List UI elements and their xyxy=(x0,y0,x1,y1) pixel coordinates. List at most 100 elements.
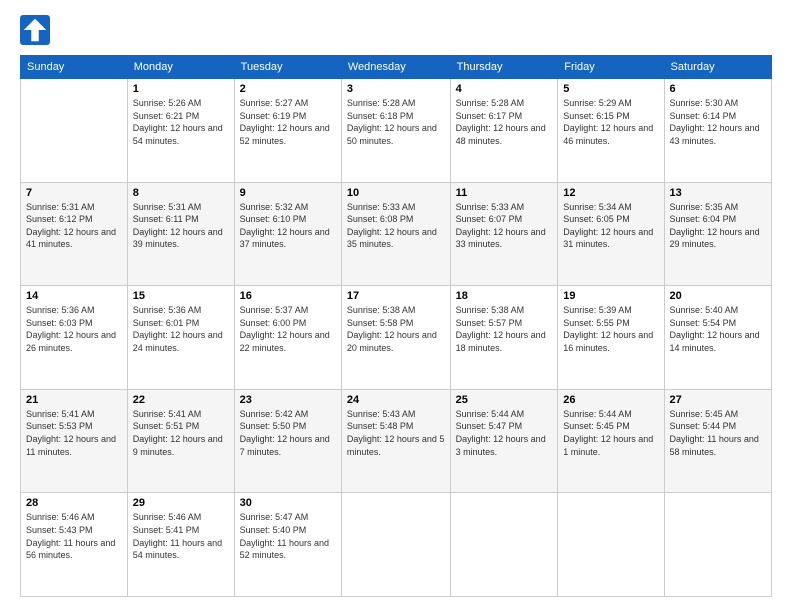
calendar-cell: 11 Sunrise: 5:33 AM Sunset: 6:07 PM Dayli… xyxy=(450,182,558,286)
day-number: 8 xyxy=(133,187,229,199)
day-number: 6 xyxy=(670,83,766,95)
calendar-cell xyxy=(450,493,558,597)
calendar-week-row: 14 Sunrise: 5:36 AM Sunset: 6:03 PM Dayli… xyxy=(21,286,772,390)
day-number: 16 xyxy=(240,290,336,302)
day-info: Sunrise: 5:42 AM Sunset: 5:50 PM Dayligh… xyxy=(240,408,336,458)
calendar-cell: 28Sunrise: 5:46 AM Sunset: 5:43 PM Dayli… xyxy=(21,493,128,597)
day-info: Sunrise: 5:26 AM Sunset: 6:21 PM Dayligh… xyxy=(133,97,229,147)
calendar-cell xyxy=(21,79,128,183)
day-number: 18 xyxy=(456,290,553,302)
calendar-cell: 13 Sunrise: 5:35 AM Sunset: 6:04 PM Dayli… xyxy=(664,182,771,286)
calendar-cell: 9Sunrise: 5:32 AM Sunset: 6:10 PM Daylig… xyxy=(234,182,341,286)
calendar-cell: 6Sunrise: 5:30 AM Sunset: 6:14 PM Daylig… xyxy=(664,79,771,183)
day-info: Sunrise: 5:28 AM Sunset: 6:18 PM Dayligh… xyxy=(347,97,445,147)
calendar-cell: 5Sunrise: 5:29 AM Sunset: 6:15 PM Daylig… xyxy=(558,79,664,183)
weekday-header: Wednesday xyxy=(341,56,450,79)
calendar-cell: 25 Sunrise: 5:44 AM Sunset: 5:47 PM Dayli… xyxy=(450,389,558,493)
calendar-cell: 7 Sunrise: 5:31 AM Sunset: 6:12 PM Daylig… xyxy=(21,182,128,286)
day-info: Sunrise: 5:41 AM Sunset: 5:51 PM Dayligh… xyxy=(133,408,229,458)
calendar-week-row: 28Sunrise: 5:46 AM Sunset: 5:43 PM Dayli… xyxy=(21,493,772,597)
day-number: 25 xyxy=(456,394,553,406)
logo xyxy=(20,15,54,45)
calendar-cell: 27Sunrise: 5:45 AM Sunset: 5:44 PM Dayli… xyxy=(664,389,771,493)
day-info: Sunrise: 5:36 AM Sunset: 6:01 PM Dayligh… xyxy=(133,304,229,354)
logo-icon xyxy=(20,15,50,45)
weekday-header: Saturday xyxy=(664,56,771,79)
day-info: Sunrise: 5:43 AM Sunset: 5:48 PM Dayligh… xyxy=(347,408,445,458)
calendar-cell: 26 Sunrise: 5:44 AM Sunset: 5:45 PM Dayli… xyxy=(558,389,664,493)
page: SundayMondayTuesdayWednesdayThursdayFrid… xyxy=(0,0,792,612)
day-number: 14 xyxy=(26,290,122,302)
calendar-week-row: 1 Sunrise: 5:26 AM Sunset: 6:21 PM Daylig… xyxy=(21,79,772,183)
day-info: Sunrise: 5:38 AM Sunset: 5:58 PM Dayligh… xyxy=(347,304,445,354)
day-info: Sunrise: 5:40 AM Sunset: 5:54 PM Dayligh… xyxy=(670,304,766,354)
calendar-cell: 2Sunrise: 5:27 AM Sunset: 6:19 PM Daylig… xyxy=(234,79,341,183)
calendar-cell: 24 Sunrise: 5:43 AM Sunset: 5:48 PM Dayli… xyxy=(341,389,450,493)
day-number: 1 xyxy=(133,83,229,95)
day-number: 11 xyxy=(456,187,553,199)
day-number: 30 xyxy=(240,497,336,509)
calendar-cell: 4 Sunrise: 5:28 AM Sunset: 6:17 PM Daylig… xyxy=(450,79,558,183)
day-info: Sunrise: 5:44 AM Sunset: 5:47 PM Dayligh… xyxy=(456,408,553,458)
calendar-cell: 1 Sunrise: 5:26 AM Sunset: 6:21 PM Daylig… xyxy=(127,79,234,183)
day-info: Sunrise: 5:39 AM Sunset: 5:55 PM Dayligh… xyxy=(563,304,658,354)
day-info: Sunrise: 5:31 AM Sunset: 6:11 PM Dayligh… xyxy=(133,201,229,251)
calendar-cell xyxy=(341,493,450,597)
day-info: Sunrise: 5:38 AM Sunset: 5:57 PM Dayligh… xyxy=(456,304,553,354)
calendar-cell: 12 Sunrise: 5:34 AM Sunset: 6:05 PM Dayli… xyxy=(558,182,664,286)
calendar-cell: 15 Sunrise: 5:36 AM Sunset: 6:01 PM Dayli… xyxy=(127,286,234,390)
day-info: Sunrise: 5:33 AM Sunset: 6:07 PM Dayligh… xyxy=(456,201,553,251)
day-number: 3 xyxy=(347,83,445,95)
calendar-week-row: 7 Sunrise: 5:31 AM Sunset: 6:12 PM Daylig… xyxy=(21,182,772,286)
calendar-cell: 23 Sunrise: 5:42 AM Sunset: 5:50 PM Dayli… xyxy=(234,389,341,493)
calendar-cell: 29 Sunrise: 5:46 AM Sunset: 5:41 PM Dayli… xyxy=(127,493,234,597)
calendar-cell: 17 Sunrise: 5:38 AM Sunset: 5:58 PM Dayli… xyxy=(341,286,450,390)
calendar-cell: 14 Sunrise: 5:36 AM Sunset: 6:03 PM Dayli… xyxy=(21,286,128,390)
day-info: Sunrise: 5:36 AM Sunset: 6:03 PM Dayligh… xyxy=(26,304,122,354)
day-number: 10 xyxy=(347,187,445,199)
day-info: Sunrise: 5:31 AM Sunset: 6:12 PM Dayligh… xyxy=(26,201,122,251)
calendar-table: SundayMondayTuesdayWednesdayThursdayFrid… xyxy=(20,55,772,597)
day-number: 24 xyxy=(347,394,445,406)
calendar-cell: 22 Sunrise: 5:41 AM Sunset: 5:51 PM Dayli… xyxy=(127,389,234,493)
day-info: Sunrise: 5:46 AM Sunset: 5:41 PM Dayligh… xyxy=(133,511,229,561)
day-info: Sunrise: 5:44 AM Sunset: 5:45 PM Dayligh… xyxy=(563,408,658,458)
weekday-header: Sunday xyxy=(21,56,128,79)
day-info: Sunrise: 5:47 AM Sunset: 5:40 PM Dayligh… xyxy=(240,511,336,561)
day-info: Sunrise: 5:46 AM Sunset: 5:43 PM Dayligh… xyxy=(26,511,122,561)
day-info: Sunrise: 5:37 AM Sunset: 6:00 PM Dayligh… xyxy=(240,304,336,354)
day-number: 15 xyxy=(133,290,229,302)
calendar-cell: 21Sunrise: 5:41 AM Sunset: 5:53 PM Dayli… xyxy=(21,389,128,493)
day-number: 4 xyxy=(456,83,553,95)
day-info: Sunrise: 5:41 AM Sunset: 5:53 PM Dayligh… xyxy=(26,408,122,458)
calendar-cell: 10 Sunrise: 5:33 AM Sunset: 6:08 PM Dayli… xyxy=(341,182,450,286)
calendar-week-row: 21Sunrise: 5:41 AM Sunset: 5:53 PM Dayli… xyxy=(21,389,772,493)
day-info: Sunrise: 5:33 AM Sunset: 6:08 PM Dayligh… xyxy=(347,201,445,251)
calendar-header-row: SundayMondayTuesdayWednesdayThursdayFrid… xyxy=(21,56,772,79)
day-info: Sunrise: 5:35 AM Sunset: 6:04 PM Dayligh… xyxy=(670,201,766,251)
day-number: 5 xyxy=(563,83,658,95)
weekday-header: Thursday xyxy=(450,56,558,79)
day-number: 23 xyxy=(240,394,336,406)
calendar-cell: 19Sunrise: 5:39 AM Sunset: 5:55 PM Dayli… xyxy=(558,286,664,390)
day-number: 9 xyxy=(240,187,336,199)
day-number: 17 xyxy=(347,290,445,302)
calendar-cell: 30 Sunrise: 5:47 AM Sunset: 5:40 PM Dayli… xyxy=(234,493,341,597)
day-number: 29 xyxy=(133,497,229,509)
calendar-cell: 16 Sunrise: 5:37 AM Sunset: 6:00 PM Dayli… xyxy=(234,286,341,390)
weekday-header: Tuesday xyxy=(234,56,341,79)
weekday-header: Friday xyxy=(558,56,664,79)
weekday-header: Monday xyxy=(127,56,234,79)
calendar-cell xyxy=(558,493,664,597)
day-info: Sunrise: 5:34 AM Sunset: 6:05 PM Dayligh… xyxy=(563,201,658,251)
day-number: 13 xyxy=(670,187,766,199)
day-number: 27 xyxy=(670,394,766,406)
calendar-cell xyxy=(664,493,771,597)
day-number: 26 xyxy=(563,394,658,406)
day-number: 12 xyxy=(563,187,658,199)
calendar-cell: 8 Sunrise: 5:31 AM Sunset: 6:11 PM Daylig… xyxy=(127,182,234,286)
day-number: 22 xyxy=(133,394,229,406)
day-number: 7 xyxy=(26,187,122,199)
day-info: Sunrise: 5:28 AM Sunset: 6:17 PM Dayligh… xyxy=(456,97,553,147)
calendar-cell: 3 Sunrise: 5:28 AM Sunset: 6:18 PM Daylig… xyxy=(341,79,450,183)
